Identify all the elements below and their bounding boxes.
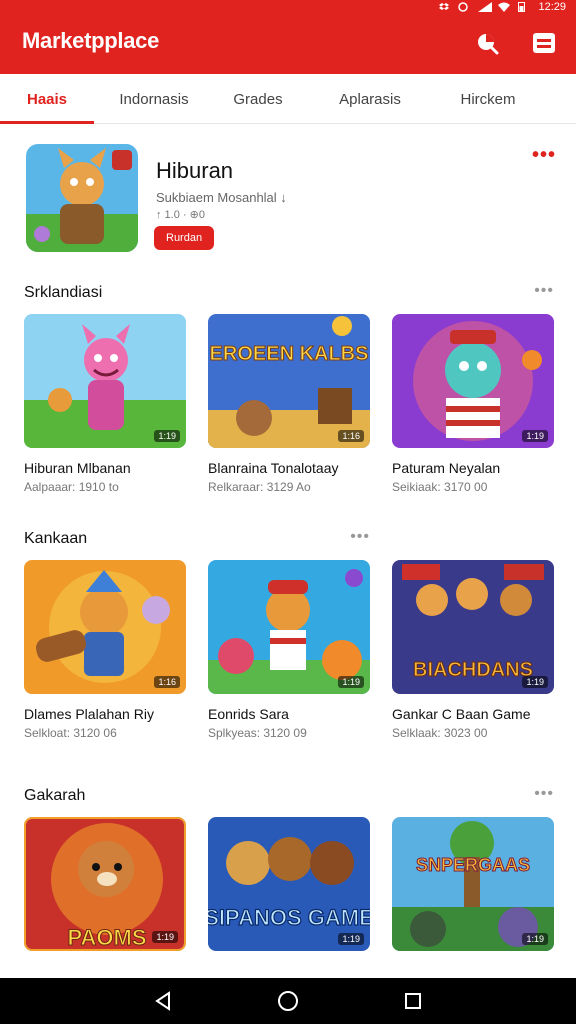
section-kankaan: Kankaan ••• 1:16 Dlames Plalahan Riy Sel… — [0, 528, 576, 750]
game-card[interactable]: 1:19 Hiburan Mlbanan Aalpaaar: 1910 to — [24, 314, 186, 494]
game-thumbnail[interactable]: BIACHDANS 1:19 — [392, 560, 554, 694]
game-meta: Selklaak: 3023 00 — [392, 726, 488, 740]
section-gakarah: Gakarah ••• PAOMS 1:19 SIPANOS GAME 1:19… — [0, 785, 576, 977]
tab-label: Haais — [26, 90, 68, 108]
more-icon[interactable]: ••• — [534, 282, 554, 300]
section-title: Gakarah — [24, 787, 86, 804]
alarm-icon — [458, 2, 470, 12]
wifi-icon — [498, 2, 511, 12]
featured-meta: ↑ 1.0 · ⊕0 — [156, 209, 205, 221]
game-card[interactable]: SNPERGAAS 1:19 — [392, 817, 554, 951]
game-title: Dlames Plalahan Riy — [24, 706, 154, 722]
thumbnail-art-text: EROEEN KALBS — [210, 343, 369, 365]
home-icon[interactable] — [273, 986, 303, 1016]
game-title: Paturam Neyalan — [392, 460, 501, 476]
tab-label: Indornasis — [119, 90, 189, 108]
menu-icon[interactable] — [531, 30, 557, 56]
game-title: Eonrids Sara — [208, 706, 289, 722]
game-card[interactable]: 1:16 Dlames Plalahan Riy Selkloat: 3120 … — [24, 560, 186, 740]
game-meta: Relkaraar: 3129 Ao — [208, 480, 311, 494]
featured-item[interactable]: Hiburan Sukbiaem Mosanhlal ↓ ↑ 1.0 · ⊕0 … — [26, 144, 556, 254]
app-bar: 12:29 Marketpplace — [0, 0, 576, 74]
thumbnail-art-text: BIACHDANS — [413, 659, 533, 681]
section-srklandiasi: Srklandiasi ••• 1:19 Hiburan Mlbanan Aal… — [0, 282, 576, 504]
status-time: 12:29 — [538, 1, 566, 13]
game-title: Blanraina Tonalotaay — [208, 460, 339, 476]
game-thumbnail[interactable]: 1:19 — [208, 560, 370, 694]
game-thumbnail[interactable]: EROEEN KALBS 1:16 — [208, 314, 370, 448]
game-title: Gankar C Baan Game — [392, 706, 531, 722]
game-title: Hiburan Mlbanan — [24, 460, 131, 476]
thumbnail-art-text: SNPERGAAS — [416, 855, 530, 875]
section-title: Kankaan — [24, 530, 88, 547]
game-card[interactable]: PAOMS 1:19 — [24, 817, 186, 951]
tab-label: Aplarasis — [339, 90, 401, 108]
game-thumbnail[interactable]: 1:19 — [392, 314, 554, 448]
duration-badge: 1:19 — [522, 933, 548, 945]
duration-badge: 1:19 — [338, 676, 364, 688]
game-meta: Aalpaaar: 1910 to — [24, 480, 119, 494]
game-card[interactable]: 1:19 Eonrids Sara Splkyeas: 3120 09 — [208, 560, 370, 740]
game-thumbnail[interactable]: SNPERGAAS 1:19 — [392, 817, 554, 951]
game-meta: Splkyeas: 3120 09 — [208, 726, 307, 740]
tab-hirckem[interactable]: Hirckem — [438, 74, 538, 124]
back-icon[interactable] — [148, 986, 178, 1016]
duration-badge: 1:19 — [522, 430, 548, 442]
dropbox-icon — [438, 2, 450, 12]
app-title: Marketpplace — [22, 28, 160, 53]
game-thumbnail[interactable]: 1:19 — [24, 314, 186, 448]
game-meta: Selkloat: 3120 06 — [24, 726, 117, 740]
section-title: Srklandiasi — [24, 284, 103, 301]
featured-image[interactable] — [26, 144, 138, 252]
system-nav-bar — [0, 978, 576, 1024]
game-card[interactable]: SIPANOS GAME 1:19 — [208, 817, 370, 951]
tab-haais[interactable]: Haais — [0, 74, 94, 124]
more-options-icon[interactable]: ••• — [532, 144, 556, 167]
duration-badge: 1:19 — [152, 931, 178, 943]
tab-bar: Haais Indornasis Grades Aplarasis Hircke… — [0, 74, 576, 124]
game-thumbnail[interactable]: PAOMS 1:19 — [24, 817, 186, 951]
duration-badge: 1:19 — [522, 676, 548, 688]
thumbnail-art-text: PAOMS — [67, 925, 146, 950]
featured-subtitle: Sukbiaem Mosanhlal ↓ — [156, 190, 287, 205]
tab-grades[interactable]: Grades — [214, 74, 302, 124]
more-icon[interactable]: ••• — [350, 528, 370, 546]
signal-icon — [478, 2, 493, 12]
status-bar: 12:29 — [438, 0, 566, 14]
game-thumbnail[interactable]: SIPANOS GAME 1:19 — [208, 817, 370, 951]
duration-badge: 1:16 — [338, 430, 364, 442]
tab-label: Grades — [233, 90, 283, 108]
game-meta: Seikiaak: 3170 00 — [392, 480, 488, 494]
tab-indornasis[interactable]: Indornasis — [94, 74, 214, 124]
game-thumbnail[interactable]: 1:16 — [24, 560, 186, 694]
game-card[interactable]: 1:19 Paturam Neyalan Seikiaak: 3170 00 — [392, 314, 554, 494]
game-card[interactable]: EROEEN KALBS 1:16 Blanraina Tonalotaay R… — [208, 314, 370, 494]
thumbnail-art-text: SIPANOS GAME — [208, 905, 370, 930]
more-icon[interactable]: ••• — [534, 785, 554, 803]
duration-badge: 1:19 — [154, 430, 180, 442]
featured-title: Hiburan — [156, 158, 234, 183]
duration-badge: 1:16 — [154, 676, 180, 688]
duration-badge: 1:19 — [338, 933, 364, 945]
tab-aplarasis[interactable]: Aplarasis — [302, 74, 438, 124]
battery-icon — [518, 2, 530, 12]
featured-action-button[interactable]: Rurdan — [154, 226, 215, 250]
recents-icon[interactable] — [398, 986, 428, 1016]
tab-label: Hirckem — [460, 90, 516, 108]
game-card[interactable]: BIACHDANS 1:19 Gankar C Baan Game Selkla… — [392, 560, 554, 740]
search-icon[interactable] — [474, 30, 500, 56]
